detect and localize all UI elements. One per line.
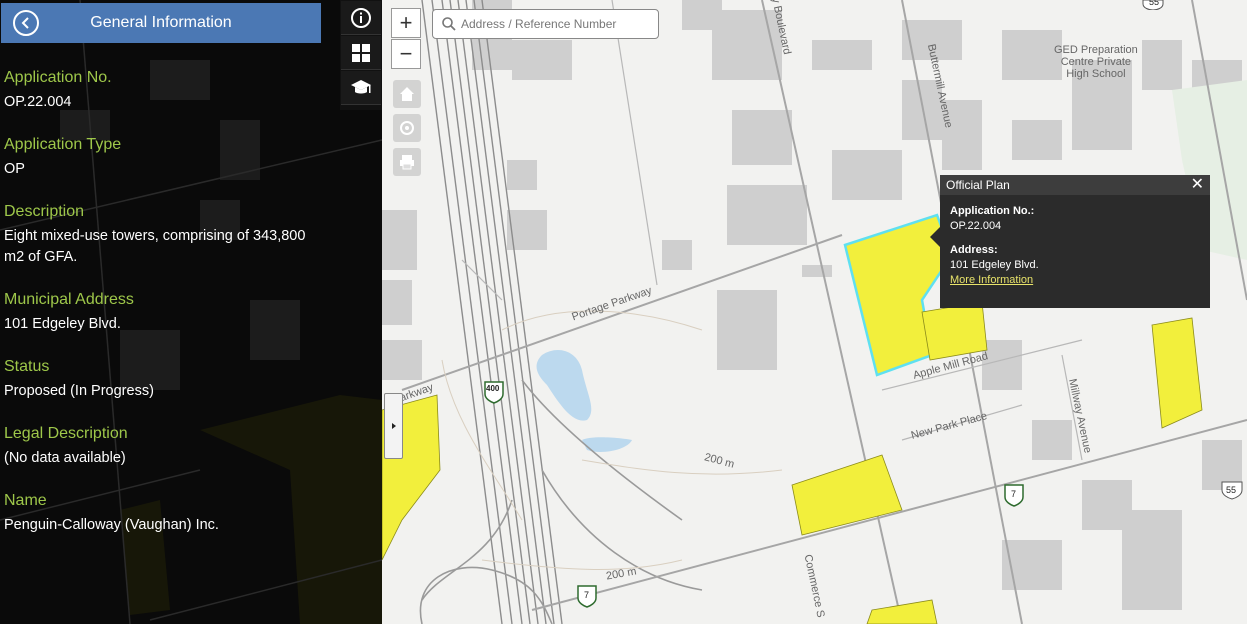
home-icon: [400, 87, 414, 101]
field-label: Application Type: [4, 136, 122, 153]
more-information-link[interactable]: More Information: [950, 274, 1200, 286]
field-municipal-address: Municipal Address 101 Edgeley Blvd.: [4, 290, 324, 335]
popup-pointer: [930, 227, 940, 247]
info-fields: Application No. OP.22.004 Application Ty…: [4, 68, 324, 558]
popup-close-button[interactable]: ✕: [1191, 177, 1204, 193]
education-button[interactable]: [341, 71, 381, 105]
popup-app-no-label: Application No.:: [950, 205, 1035, 217]
info-panel: General Information Application No. OP.2…: [0, 0, 382, 624]
field-label: Status: [4, 358, 50, 375]
print-icon: [400, 155, 414, 170]
popup-title: Official Plan: [946, 178, 1010, 192]
field-label: Legal Description: [4, 425, 128, 442]
print-button[interactable]: [393, 148, 421, 176]
field-label: Municipal Address: [4, 291, 134, 308]
map-popup: Official Plan ✕ Application No.: OP.22.0…: [930, 175, 1210, 308]
field-status: Status Proposed (In Progress): [4, 357, 324, 402]
search-input[interactable]: [461, 17, 651, 31]
field-value: OP: [4, 161, 25, 177]
locate-button[interactable]: [393, 114, 421, 142]
popup-address-label: Address:: [950, 244, 998, 256]
popup-address-value: 101 Edgeley Blvd.: [950, 259, 1039, 271]
popup-header: Official Plan ✕: [940, 175, 1210, 195]
panel-collapse-toggle[interactable]: [384, 393, 403, 459]
field-name: Name Penguin-Calloway (Vaughan) Inc.: [4, 491, 324, 536]
chevron-left-icon: [21, 17, 29, 29]
field-value: Penguin-Calloway (Vaughan) Inc.: [4, 517, 219, 533]
locate-icon: [400, 121, 414, 135]
info-button[interactable]: [341, 1, 381, 35]
field-value: Proposed (In Progress): [4, 383, 154, 399]
grid-icon: [352, 43, 370, 62]
field-description: Description Eight mixed-use towers, comp…: [4, 202, 324, 268]
zoom-out-button[interactable]: −: [391, 39, 421, 69]
field-application-no: Application No. OP.22.004: [4, 68, 324, 113]
school-label: GED Preparation Centre Private High Scho…: [1054, 44, 1138, 80]
zoom-in-button[interactable]: +: [391, 8, 421, 38]
search-icon: [442, 17, 456, 31]
info-icon: [351, 7, 371, 28]
field-label: Description: [4, 203, 85, 220]
tool-column: [340, 0, 382, 110]
field-label: Application No.: [4, 69, 112, 86]
graduation-cap-icon: [351, 79, 371, 93]
back-button[interactable]: [13, 10, 39, 36]
panel-title: General Information: [90, 14, 232, 31]
map-canvas[interactable]: GED Preparation Centre Private High Scho…: [382, 0, 1247, 624]
panel-header: General Information: [1, 3, 321, 43]
map-basemap: [382, 0, 1247, 624]
field-application-type: Application Type OP: [4, 135, 324, 180]
field-value: OP.22.004: [4, 94, 72, 110]
layers-grid-button[interactable]: [341, 36, 381, 70]
field-label: Name: [4, 492, 47, 509]
field-value: (No data available): [4, 450, 126, 466]
caret-right-icon: [391, 423, 396, 429]
popup-app-no-value: OP.22.004: [950, 220, 1002, 232]
field-legal-description: Legal Description (No data available): [4, 424, 324, 469]
home-button[interactable]: [393, 80, 421, 108]
field-value: 101 Edgeley Blvd.: [4, 316, 121, 332]
popup-body: Application No.: OP.22.004 Address: 101 …: [940, 195, 1210, 296]
search-box: [432, 9, 659, 39]
field-value: Eight mixed-use towers, comprising of 34…: [4, 228, 306, 265]
